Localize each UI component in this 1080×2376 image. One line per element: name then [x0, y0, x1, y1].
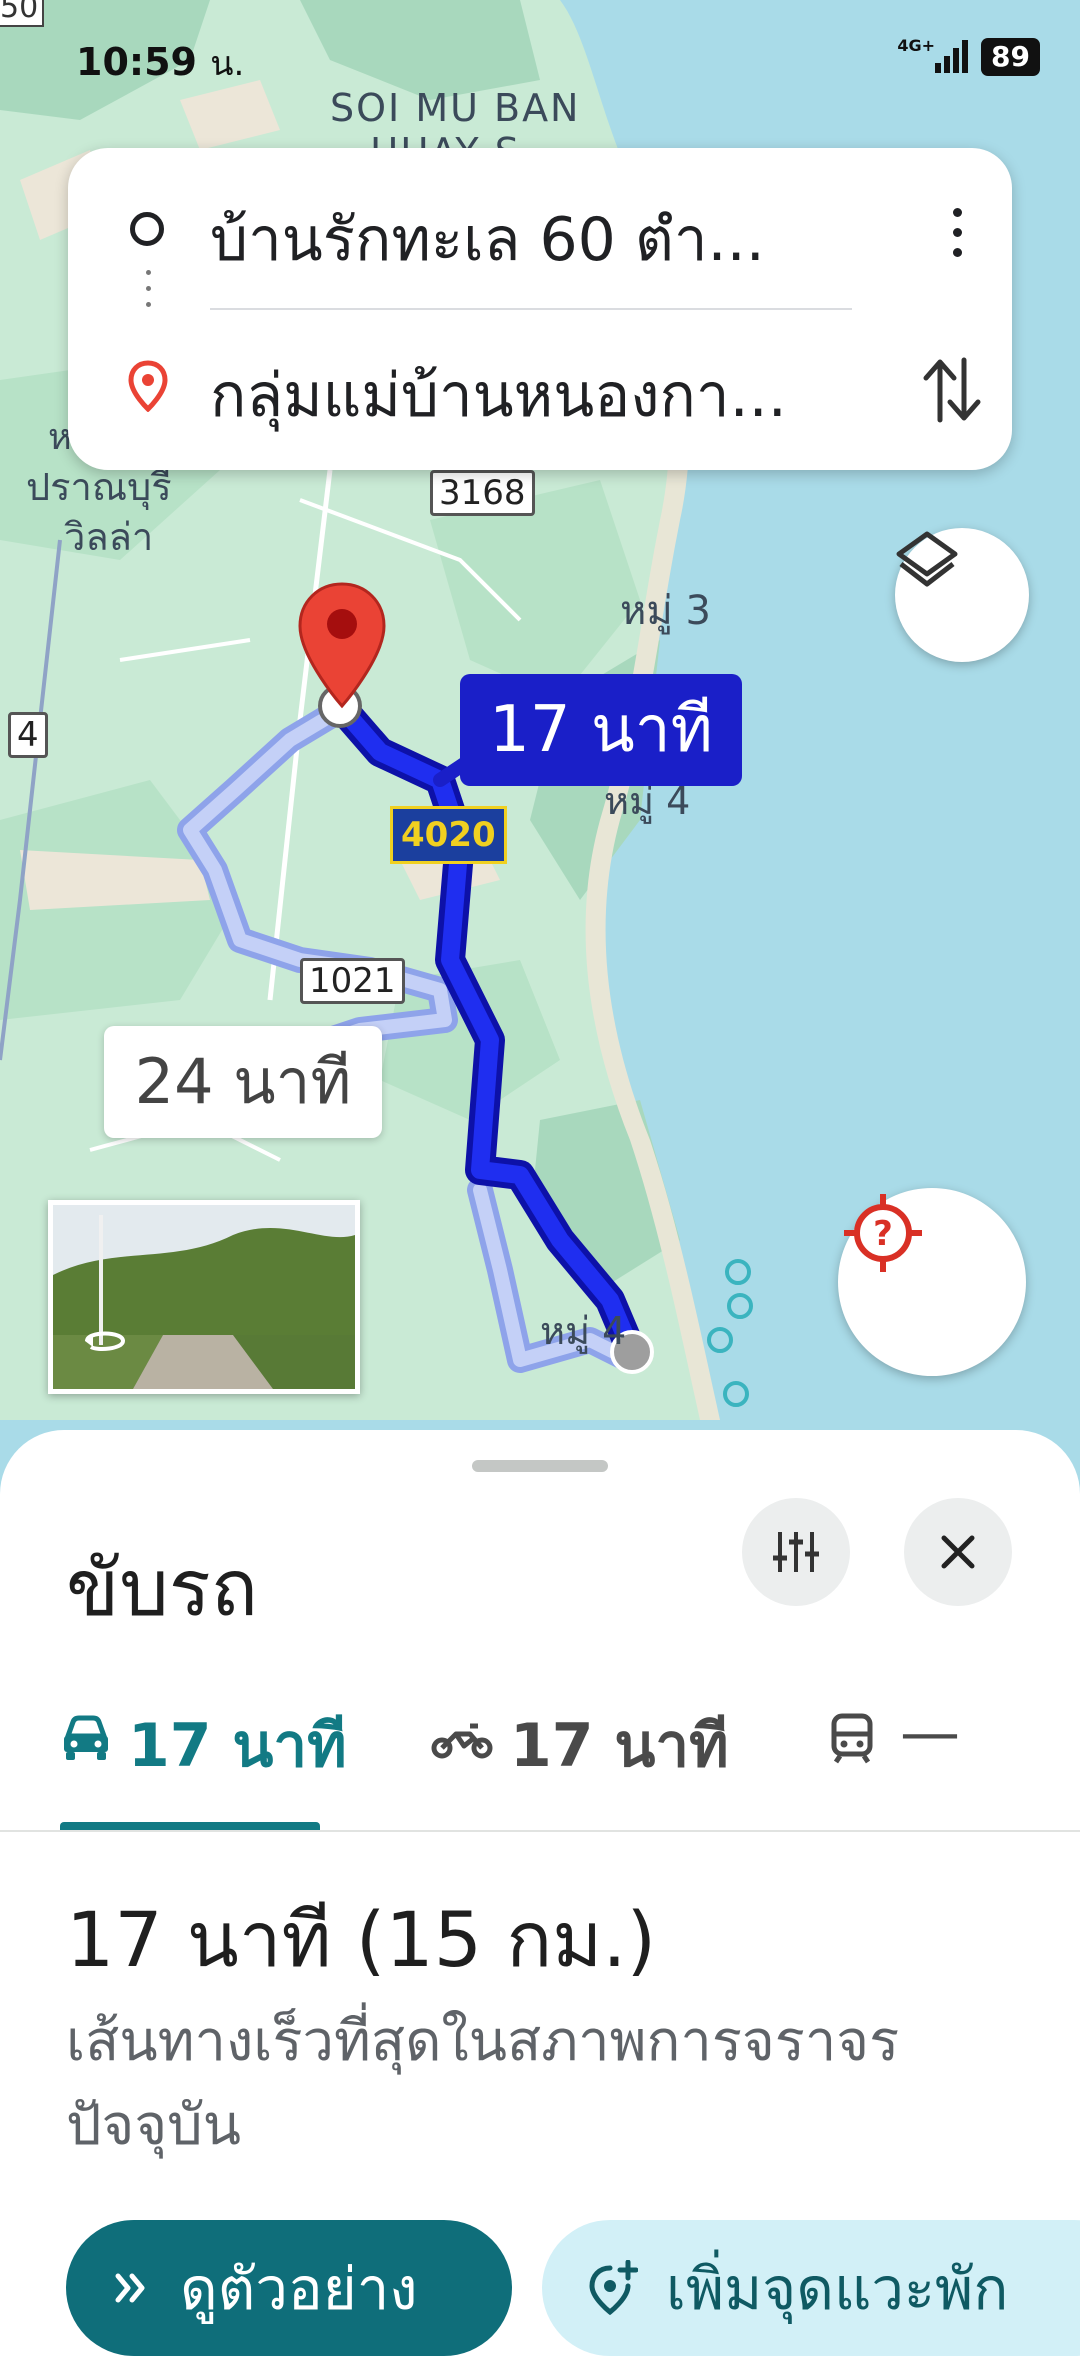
route-description: เส้นทางเร็วที่สุดในสภาพการจราจรปัจจุบัน: [66, 2009, 900, 2158]
status-bar: 10:59 น. 4G+ 89: [76, 36, 1040, 86]
main-route-time-label[interactable]: 17 นาที: [460, 674, 742, 786]
road-shield-4: 4: [8, 712, 48, 758]
tab-driving-label: 17 นาที: [128, 1711, 347, 1781]
destination-field[interactable]: กลุ่มแม่บ้านหนองกา...: [210, 348, 910, 443]
tab-transit-label: —: [900, 1698, 960, 1768]
travel-mode-tabs: 17 นาที 17 นาที —: [0, 1630, 1080, 1820]
destination-row[interactable]: กลุ่มแม่บ้านหนองกา...: [68, 324, 1012, 444]
road-shield-1021: 1021: [300, 958, 405, 1004]
route-summary: 17 นาที (15 กม.): [66, 1895, 657, 1984]
svg-text:?: ?: [873, 1214, 893, 1254]
more-options-button[interactable]: [942, 208, 972, 268]
motorcycle-icon: [431, 1723, 493, 1759]
origin-circle-icon: [130, 212, 164, 246]
location-unknown-icon: ?: [844, 1194, 922, 1272]
road-shield-3168: 3168: [430, 470, 535, 516]
tab-motorcycle[interactable]: 17 นาที: [430, 1630, 730, 1820]
route-options-button[interactable]: [742, 1498, 850, 1606]
train-icon: [831, 1713, 873, 1764]
preview-button-label: ดูตัวอย่าง: [180, 2254, 418, 2323]
destination-pin-icon: [128, 360, 168, 412]
tune-icon: [773, 1532, 819, 1572]
origin-field[interactable]: บ้านรักทะเล 60 ตำ...: [210, 192, 910, 287]
status-time: 10:59 น.: [76, 36, 244, 90]
swap-button[interactable]: [920, 354, 984, 426]
battery-indicator: 89: [981, 38, 1040, 76]
swap-icon: [923, 357, 981, 423]
layers-icon: [896, 531, 958, 587]
map-label-soi: SOI MU BAN: [330, 86, 581, 130]
tab-driving[interactable]: 17 นาที: [60, 1630, 347, 1820]
map-label-village-2: วิลล่า: [64, 515, 154, 559]
street-view-thumbnail[interactable]: [48, 1200, 360, 1394]
status-time-suffix: น.: [210, 44, 245, 84]
origin-row[interactable]: บ้านรักทะเล 60 ตำ...: [68, 168, 1012, 288]
close-button[interactable]: [904, 1498, 1012, 1606]
double-chevron-icon: [112, 2268, 152, 2308]
add-stop-button-label: เพิ่มจุดแวะพัก: [666, 2254, 1009, 2323]
route-dots-icon: [146, 270, 151, 326]
road-shield-4020: 4020: [390, 806, 507, 864]
car-icon: [64, 1715, 108, 1760]
sheet-drag-handle[interactable]: [472, 1460, 608, 1472]
alt-route-time-label[interactable]: 24 นาที: [104, 1026, 382, 1138]
network-type-label: 4G+: [897, 35, 936, 55]
tab-motorcycle-label: 17 นาที: [510, 1711, 729, 1781]
add-location-icon: [588, 2260, 638, 2316]
preview-button[interactable]: ดูตัวอย่าง: [66, 2220, 512, 2356]
map-label-moo-3: หมู่ 3: [620, 588, 711, 634]
map-label-edge-50: 50: [0, 0, 45, 27]
status-time-value: 10:59: [76, 40, 197, 84]
route-card: บ้านรักทะเล 60 ตำ... กลุ่มแม่บ้านหนองกา.…: [68, 148, 1012, 470]
close-icon: [941, 1535, 975, 1569]
destination-map-pin[interactable]: [296, 580, 388, 710]
add-stop-button[interactable]: เพิ่มจุดแวะพัก: [542, 2220, 1080, 2356]
my-location-button[interactable]: ?: [838, 1188, 1026, 1376]
screen: { "status_bar": { "time": "10:59", "time…: [0, 0, 1080, 2376]
signal-icon: [935, 40, 969, 73]
map-label-moo-4b: หมู่ 4: [540, 1309, 627, 1353]
route-card-divider: [210, 308, 852, 310]
layers-button[interactable]: [895, 528, 1029, 662]
tab-transit[interactable]: —: [830, 1630, 1010, 1820]
tabs-divider: [0, 1830, 1080, 1832]
selected-tab-indicator: [60, 1822, 320, 1830]
